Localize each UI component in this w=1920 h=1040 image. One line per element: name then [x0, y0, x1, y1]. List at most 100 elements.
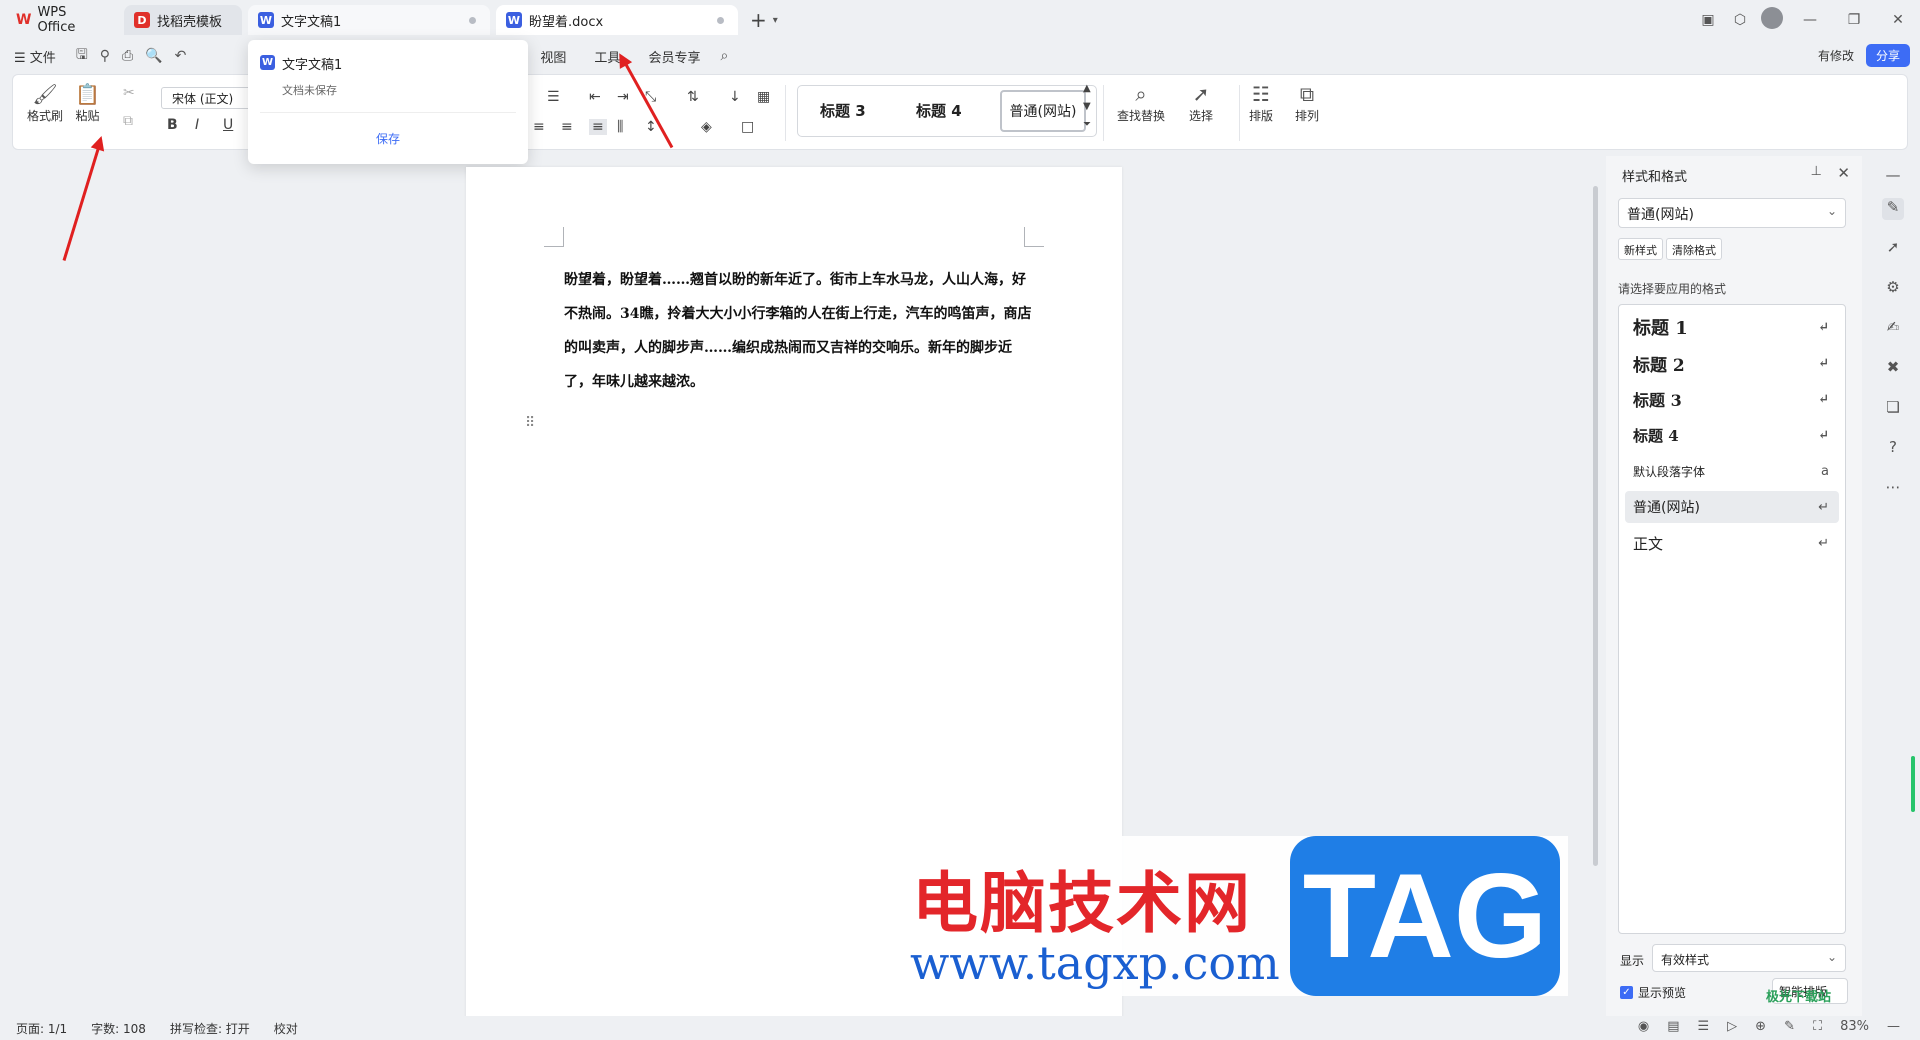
sort-icon[interactable]: ⇅ — [687, 89, 699, 105]
border-icon[interactable]: □ — [741, 119, 754, 135]
style-heading-4[interactable]: 标题 4 — [916, 100, 962, 121]
style-normal-web[interactable]: 普通(网站) — [1000, 90, 1086, 132]
page-indicator[interactable]: 页面: 1/1 — [16, 1020, 67, 1037]
list-item[interactable]: 标题 1 ↵ — [1625, 311, 1839, 343]
italic-button[interactable]: I — [195, 117, 199, 133]
new-style-button[interactable]: 新样式 — [1618, 238, 1663, 260]
paste-button[interactable]: 📋 粘贴 — [75, 81, 100, 124]
gallery-scroll-up-icon[interactable]: ▲ — [1083, 83, 1091, 94]
cut-icon[interactable]: ✂ — [123, 85, 135, 101]
file-menu[interactable]: ☰ 文件 — [0, 47, 70, 66]
proofread[interactable]: 校对 — [274, 1020, 298, 1037]
gallery-expand-icon[interactable]: ⏷ — [1083, 119, 1091, 130]
list-item[interactable]: 正文 ↵ — [1625, 527, 1839, 559]
copy-icon[interactable]: ⧉ — [123, 113, 133, 129]
menu-member[interactable]: 会员专享 — [634, 47, 714, 66]
list-item[interactable]: 标题 4 ↵ — [1625, 419, 1839, 451]
document-paragraph[interactable]: 盼望着，盼望着……翘首以盼的新年近了。街市上车水马龙，人山人海，好不热闹。34瞧… — [564, 263, 1034, 399]
more-icon[interactable]: ⋯ — [1882, 478, 1904, 500]
close-icon[interactable]: ✕ — [1876, 12, 1920, 28]
shading-icon[interactable]: ◈ — [701, 119, 712, 135]
search-icon[interactable]: ⌕ — [714, 48, 734, 64]
justify-icon[interactable]: ≡ — [589, 119, 607, 135]
minimize-pane-icon[interactable]: — — [1882, 166, 1904, 188]
checkbox-icon[interactable]: ✓ — [1620, 986, 1633, 999]
unsaved-dot-icon[interactable] — [717, 17, 724, 24]
underline-button[interactable]: U — [223, 117, 233, 133]
spell-check[interactable]: 拼写检查: 打开 — [170, 1020, 250, 1037]
edit-icon[interactable]: ✍ — [1882, 318, 1904, 340]
save-icon[interactable]: 🖫 — [70, 44, 94, 68]
pane-title[interactable]: 样式和格式 — [1622, 166, 1687, 185]
chevron-down-icon[interactable]: ▾ — [773, 15, 778, 26]
page-view-icon[interactable]: ▤ — [1667, 1019, 1679, 1034]
drag-handle-icon[interactable]: ⠿ — [525, 415, 535, 431]
share-button[interactable]: 分享 — [1865, 44, 1910, 67]
modified-indicator[interactable]: 有修改 — [1818, 47, 1854, 64]
align-right-icon[interactable]: ≡ — [561, 119, 573, 135]
popup-save-button[interactable]: 保存 — [248, 130, 528, 147]
align-center-icon[interactable]: ≡ — [533, 119, 545, 135]
arrange-button[interactable]: ⧉ 排列 — [1295, 81, 1319, 124]
indent-decrease-icon[interactable]: ⇤ — [589, 89, 601, 105]
select-button[interactable]: ➚ 选择 — [1189, 81, 1213, 124]
select-cursor-icon[interactable]: ➚ — [1882, 238, 1904, 260]
tab-wps-office[interactable]: W WPS Office — [6, 5, 118, 35]
distribute-icon[interactable]: ⫼ — [617, 119, 623, 135]
tab-document-2[interactable]: W 盼望着.docx — [496, 5, 738, 35]
style-heading-3[interactable]: 标题 3 — [820, 100, 866, 121]
gallery-scroll-down-icon[interactable]: ▼ — [1083, 101, 1091, 112]
style-pen-icon[interactable]: ✎ — [1882, 198, 1904, 220]
list-item[interactable]: 普通(网站) ↵ — [1625, 491, 1839, 523]
pen-icon[interactable]: ✎ — [1784, 1019, 1795, 1034]
new-tab-button[interactable]: + — [750, 8, 767, 32]
indent-increase-icon[interactable]: ⇥ — [617, 89, 629, 105]
vertical-scrollbar[interactable] — [1590, 156, 1602, 1016]
print-preview-icon[interactable]: 🔍 — [139, 48, 168, 64]
pane-hint: 请选择要应用的格式 — [1618, 282, 1727, 296]
numbered-list-icon[interactable]: ☰ — [547, 89, 560, 105]
bold-button[interactable]: B — [167, 117, 178, 133]
scrollbar-thumb[interactable] — [1593, 186, 1598, 866]
book-icon[interactable]: ❏ — [1882, 398, 1904, 420]
zoom-out-icon[interactable]: — — [1887, 1019, 1900, 1034]
clear-format-button[interactable]: 清除格式 — [1666, 238, 1722, 260]
list-item[interactable]: 标题 2 ↵ — [1625, 347, 1839, 379]
font-name-select[interactable]: 宋体 (正文) — [161, 87, 251, 109]
cube-icon[interactable]: ⬡ — [1724, 12, 1756, 28]
minimize-icon[interactable]: — — [1788, 12, 1832, 28]
print-icon[interactable]: ⎙ — [116, 48, 139, 64]
preview-checkbox[interactable]: ✓ 显示预览 — [1620, 984, 1686, 1001]
format-painter-button[interactable]: 🖌 格式刷 — [27, 81, 63, 124]
current-style-select[interactable]: 普通(网站) ⌄ — [1618, 198, 1846, 228]
menu-view[interactable]: 视图 — [526, 47, 580, 66]
fit-icon[interactable]: ⛶ — [1813, 1019, 1822, 1034]
avatar[interactable] — [1756, 7, 1788, 33]
help-icon[interactable]: ? — [1882, 438, 1904, 460]
show-filter-select[interactable]: 有效样式 ⌄ — [1652, 944, 1846, 972]
tab-templates[interactable]: D 找稻壳模板 — [124, 5, 242, 35]
unsaved-dot-icon[interactable] — [469, 17, 476, 24]
list-item[interactable]: 默认段落字体 a — [1625, 455, 1839, 487]
pin-icon[interactable]: ⊥ — [1811, 164, 1822, 179]
word-count[interactable]: 字数: 108 — [91, 1020, 146, 1037]
restore-icon[interactable]: ❐ — [1832, 12, 1876, 28]
close-icon[interactable]: ✕ — [1837, 164, 1850, 182]
table-grid-icon[interactable]: ▦ — [757, 89, 770, 105]
web-view-icon[interactable]: ⊕ — [1755, 1019, 1766, 1034]
eye-icon[interactable]: ◉ — [1638, 1019, 1649, 1034]
layout-icon[interactable]: ▣ — [1692, 12, 1724, 28]
list-item[interactable]: 标题 3 ↵ — [1625, 383, 1839, 415]
outline-view-icon[interactable]: ☰ — [1698, 1019, 1710, 1034]
layout-button[interactable]: ☷ 排版 — [1249, 81, 1273, 124]
link-icon[interactable]: ⚲ — [94, 48, 116, 64]
tab-document-1[interactable]: W 文字文稿1 — [248, 5, 490, 35]
undo-icon[interactable]: ↶ — [169, 48, 193, 64]
zoom-level[interactable]: 83% — [1840, 1019, 1869, 1034]
az-sort-icon[interactable]: ↓ — [729, 89, 741, 105]
find-replace-button[interactable]: ⌕ 查找替换 — [1117, 81, 1165, 124]
layout-label: 排版 — [1249, 109, 1274, 123]
settings-sliders-icon[interactable]: ⚙ — [1882, 278, 1904, 300]
tools-icon[interactable]: ✖ — [1882, 358, 1904, 380]
play-icon[interactable]: ▷ — [1727, 1019, 1737, 1034]
